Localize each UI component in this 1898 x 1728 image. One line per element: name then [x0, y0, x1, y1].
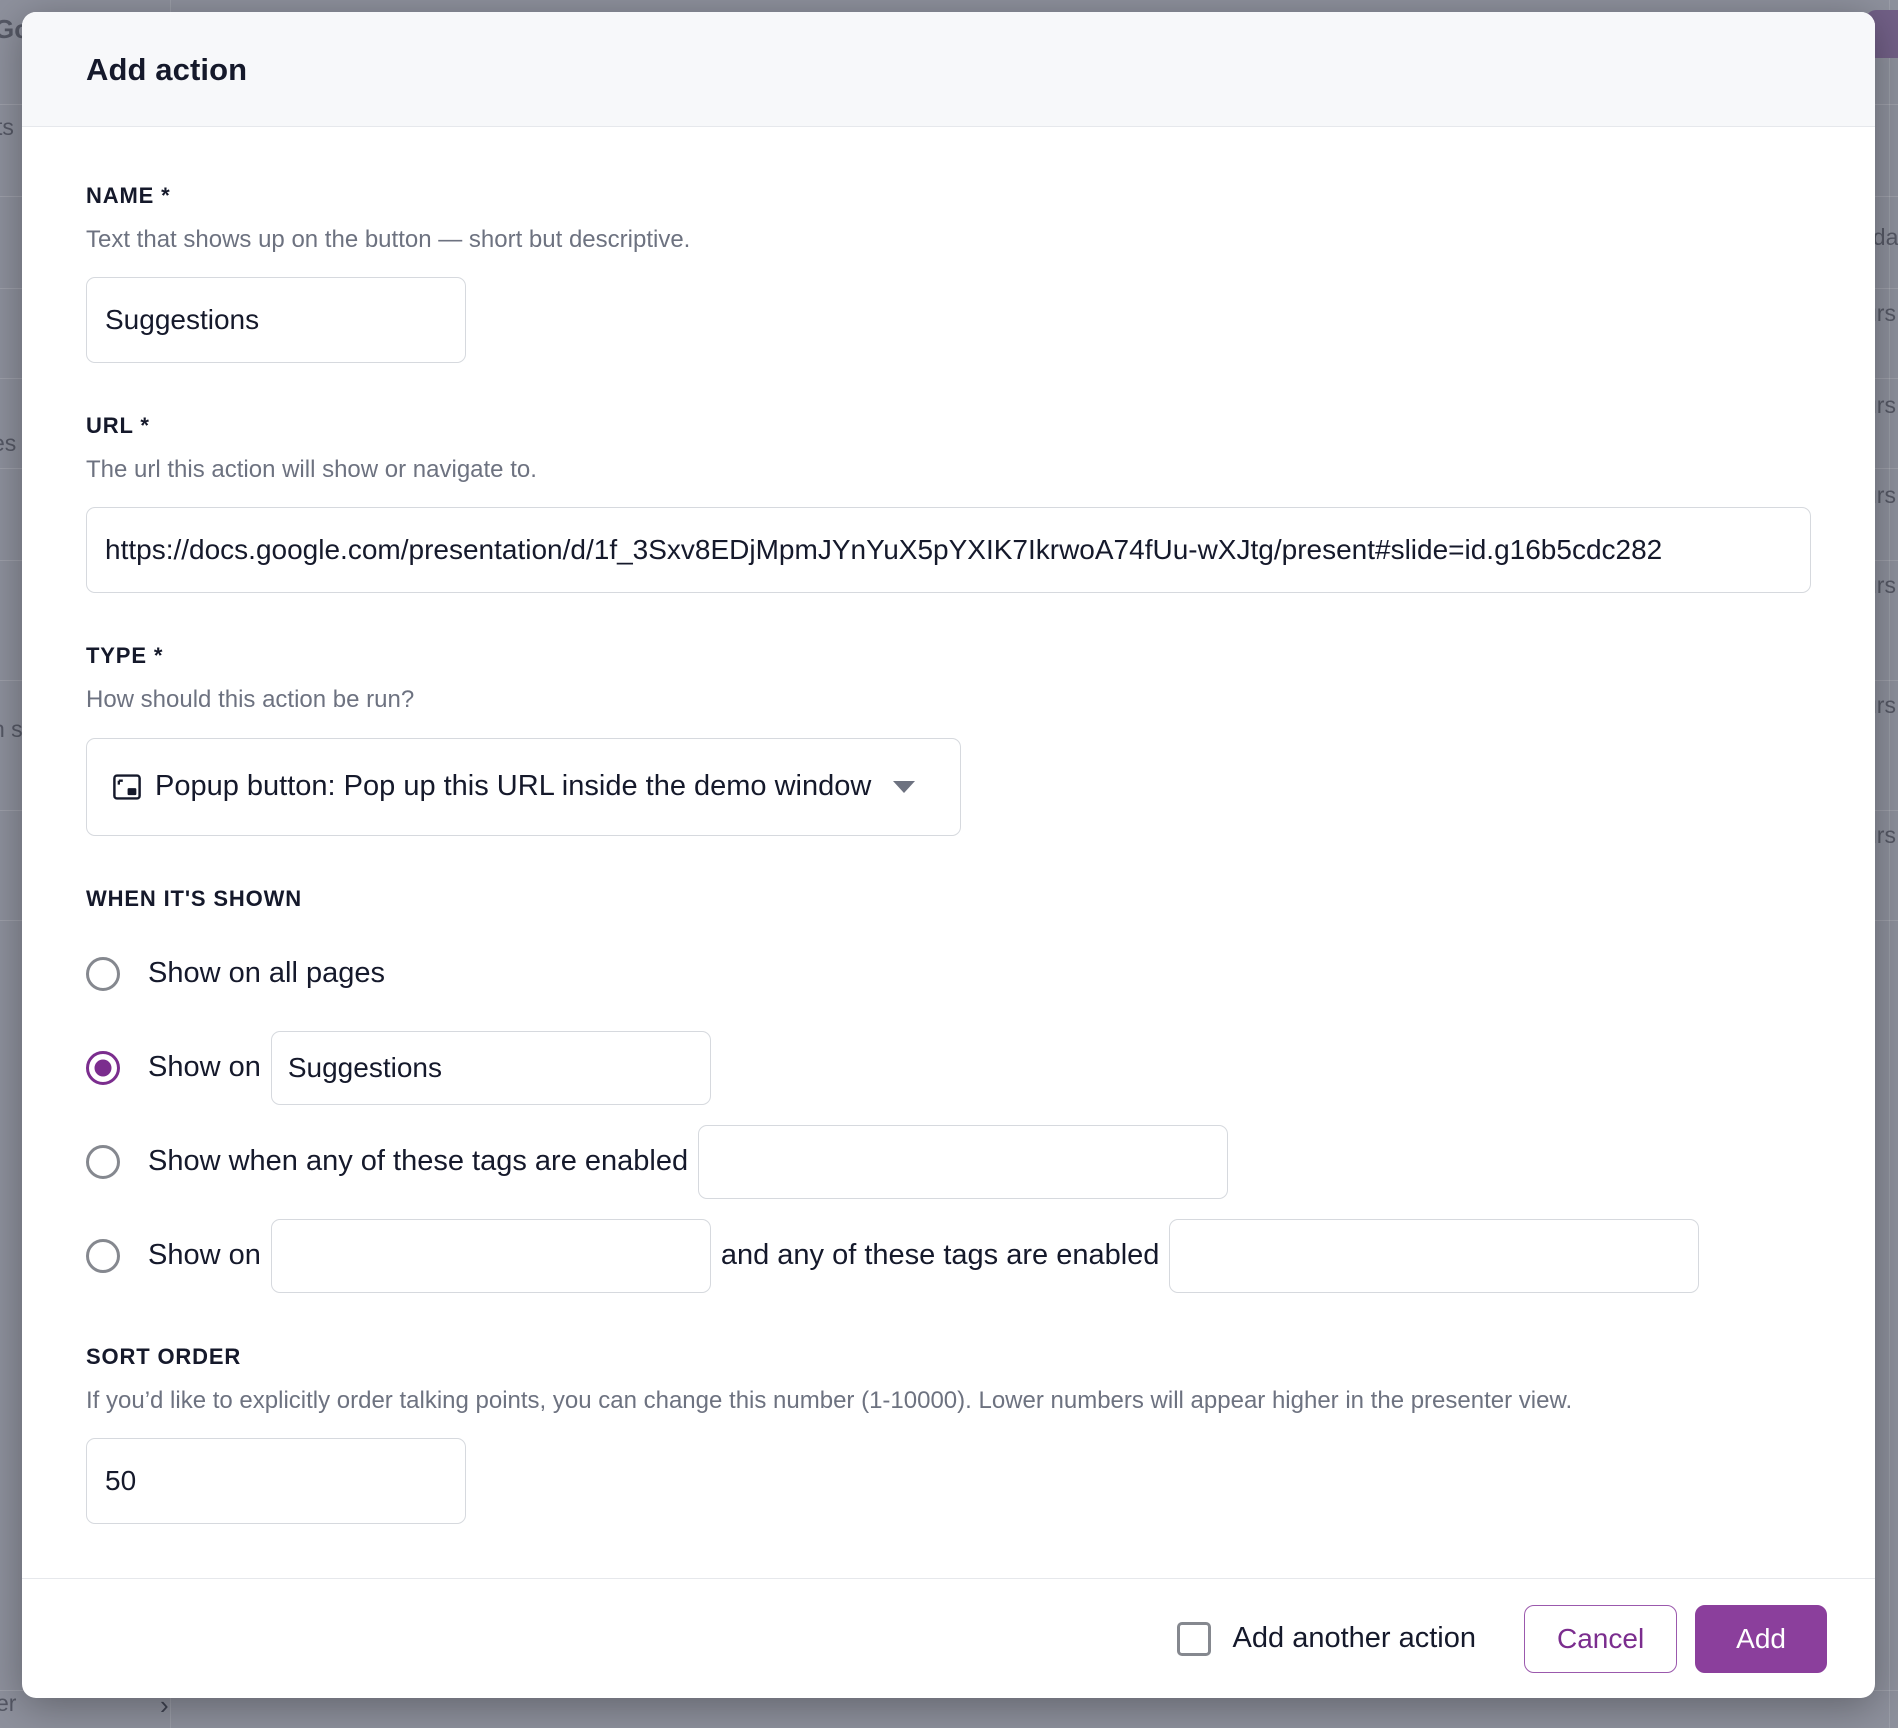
- name-label: NAME *: [86, 183, 1811, 209]
- when-shown-field-group: WHEN IT'S SHOWN Show on all pages Show o…: [86, 886, 1811, 1294]
- radio-icon[interactable]: [86, 1145, 120, 1179]
- sort-order-help-text: If you’d like to explicitly order talkin…: [86, 1385, 1811, 1416]
- type-label: TYPE *: [86, 643, 1811, 669]
- when-shown-label: WHEN IT'S SHOWN: [86, 886, 1811, 912]
- name-help-text: Text that shows up on the button — short…: [86, 224, 1811, 255]
- backdrop-text: es: [0, 430, 16, 457]
- picture-in-picture-icon: [113, 774, 141, 800]
- page-and-tags-tags-input[interactable]: [1169, 1219, 1699, 1293]
- footer-controls: Add another action Cancel Add: [1177, 1605, 1827, 1673]
- backdrop-text: n s: [0, 716, 23, 743]
- tags-enabled-input[interactable]: [698, 1125, 1228, 1199]
- page-and-tags-page-input[interactable]: [271, 1219, 711, 1293]
- sort-order-input[interactable]: 50: [86, 1438, 466, 1524]
- type-select[interactable]: Popup button: Pop up this URL inside the…: [86, 738, 961, 836]
- sort-order-field-group: SORT ORDER If you’d like to explicitly o…: [86, 1344, 1811, 1524]
- radio-icon-selected[interactable]: [86, 1051, 120, 1085]
- add-button[interactable]: Add: [1695, 1605, 1827, 1673]
- backdrop-text: er: [0, 1690, 16, 1717]
- radio-icon[interactable]: [86, 1239, 120, 1273]
- dialog-title: Add action: [86, 52, 1875, 88]
- dialog-body: NAME * Text that shows up on the button …: [22, 127, 1875, 1578]
- url-field-group: URL * The url this action will show or n…: [86, 413, 1811, 593]
- radio-label: Show on: [148, 1051, 261, 1084]
- radio-label-secondary: and any of these tags are enabled: [721, 1239, 1160, 1272]
- add-action-dialog: Add action NAME * Text that shows up on …: [22, 12, 1875, 1698]
- backdrop-text: ts: [0, 114, 14, 141]
- radio-label: Show when any of these tags are enabled: [148, 1145, 688, 1178]
- radio-option-all-pages[interactable]: Show on all pages: [86, 936, 1811, 1012]
- cancel-button[interactable]: Cancel: [1524, 1605, 1677, 1673]
- backdrop-divider: [1889, 0, 1890, 1728]
- radio-label: Show on all pages: [148, 957, 385, 990]
- chevron-down-icon: [893, 781, 915, 793]
- dialog-footer: Add another action Cancel Add: [22, 1578, 1875, 1698]
- add-another-label: Add another action: [1233, 1622, 1476, 1655]
- radio-option-tags-enabled[interactable]: Show when any of these tags are enabled: [86, 1124, 1811, 1200]
- url-label: URL *: [86, 413, 1811, 439]
- type-select-value: Popup button: Pop up this URL inside the…: [155, 770, 871, 803]
- add-another-checkbox[interactable]: [1177, 1622, 1211, 1656]
- dialog-header: Add action: [22, 12, 1875, 127]
- sort-order-label: SORT ORDER: [86, 1344, 1811, 1370]
- type-help-text: How should this action be run?: [86, 684, 1811, 715]
- radio-option-page-and-tags[interactable]: Show on and any of these tags are enable…: [86, 1218, 1811, 1294]
- when-shown-radio-group: Show on all pages Show on Suggestions Sh…: [86, 936, 1811, 1294]
- show-on-page-input[interactable]: Suggestions: [271, 1031, 711, 1105]
- type-field-group: TYPE * How should this action be run? Po…: [86, 643, 1811, 835]
- radio-option-show-on-page[interactable]: Show on Suggestions: [86, 1030, 1811, 1106]
- radio-icon[interactable]: [86, 957, 120, 991]
- radio-label: Show on: [148, 1239, 261, 1272]
- name-field-group: NAME * Text that shows up on the button …: [86, 183, 1811, 363]
- url-help-text: The url this action will show or navigat…: [86, 454, 1811, 485]
- url-input[interactable]: https://docs.google.com/presentation/d/1…: [86, 507, 1811, 593]
- name-input[interactable]: Suggestions: [86, 277, 466, 363]
